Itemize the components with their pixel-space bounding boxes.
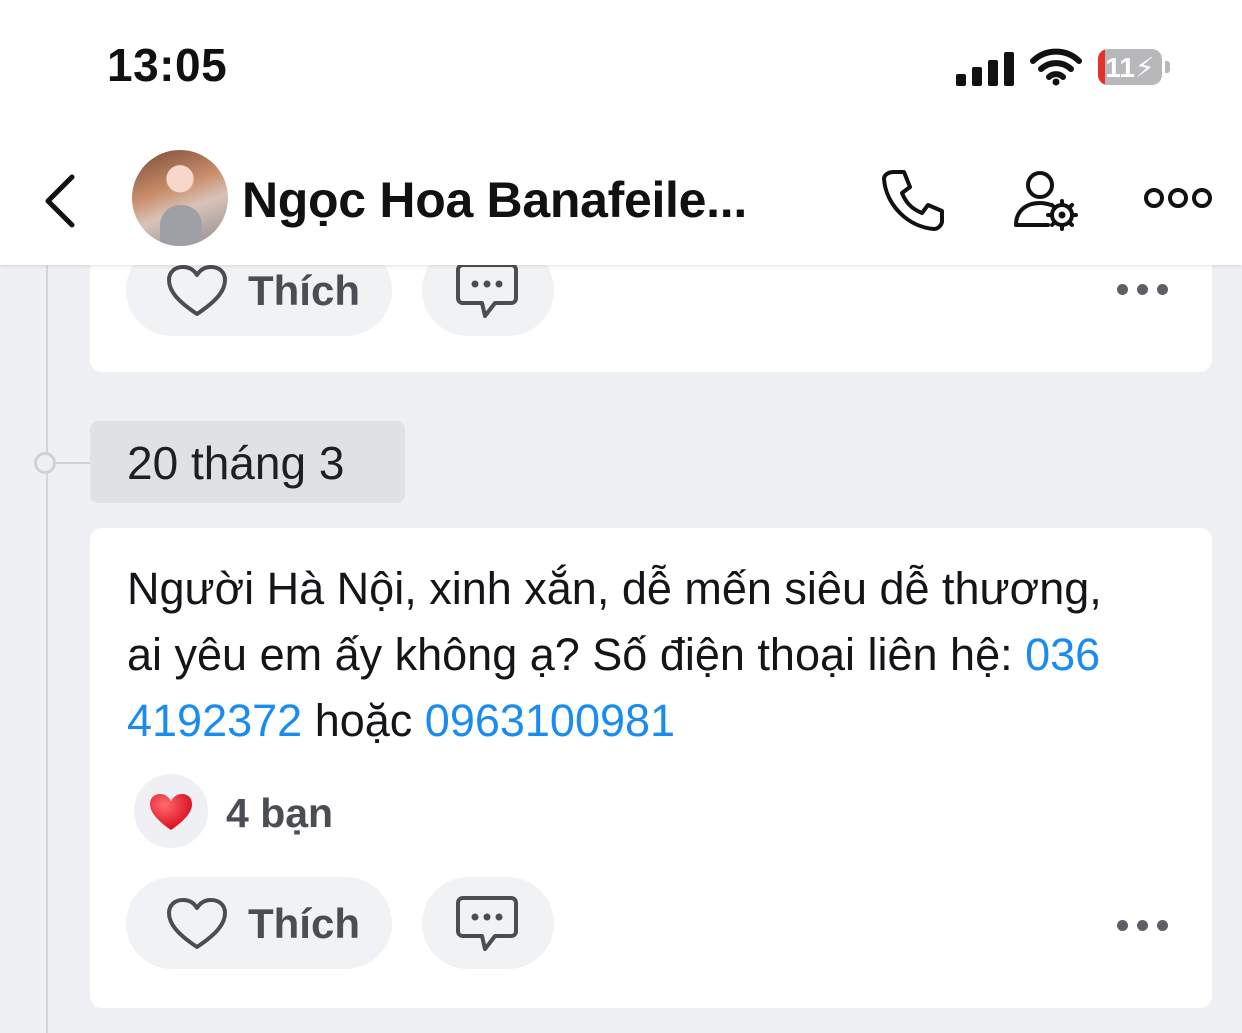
date-label: 20 tháng 3 [90,421,405,503]
comment-button[interactable] [422,877,554,969]
post-line: Người Hà Nội, xinh xắn, dễ mến siêu dễ t… [127,563,1102,614]
heart-outline-icon [167,898,227,949]
signal-icon [956,52,1014,86]
post-connector: hoặc [302,695,425,746]
post-text: Người Hà Nội, xinh xắn, dễ mến siêu dễ t… [127,556,1187,754]
timeline-dot [34,452,56,474]
like-label: Thích [248,900,360,947]
more-dots-icon[interactable] [1117,920,1168,932]
comment-icon [456,263,518,318]
wifi-icon [1030,48,1082,86]
reaction-badge[interactable] [134,774,208,848]
more-dots-icon[interactable] [1117,284,1168,296]
date-text: 20 tháng 3 [127,437,345,489]
back-chevron-icon[interactable] [38,173,82,229]
page-title[interactable]: Ngọc Hoa Banafeile... [242,171,747,229]
reaction-count[interactable]: 4 bạn [226,790,333,837]
status-time: 13:05 [107,39,228,91]
like-label: Thích [248,267,360,314]
post-card: Người Hà Nội, xinh xắn, dễ mến siêu dễ t… [90,528,1212,1008]
chat-header: Ngọc Hoa Banafeile... [0,135,1242,265]
heart-outline-icon [167,265,227,316]
heart-reaction-icon [150,794,192,830]
battery-cap [1165,61,1170,73]
like-button[interactable]: Thích [126,877,392,969]
phone-icon[interactable] [880,167,946,233]
timeline-line [46,265,48,1033]
phone-link[interactable]: 4192372 [127,695,302,746]
battery-level-text: 11 [1105,52,1135,83]
phone-link[interactable]: 036 [1025,629,1100,680]
avatar[interactable] [132,150,228,246]
battery-icon: 11⚡ [1098,49,1162,85]
more-options-icon[interactable] [1144,187,1212,209]
phone-link[interactable]: 0963100981 [425,695,675,746]
timeline-connector [56,462,92,464]
user-settings-icon[interactable] [1012,169,1078,231]
status-bar: 13:05 11⚡ [0,0,1242,135]
comment-icon [456,896,518,951]
post-line: ai yêu em ấy không ạ? Số điện thoại liên… [127,629,1026,680]
